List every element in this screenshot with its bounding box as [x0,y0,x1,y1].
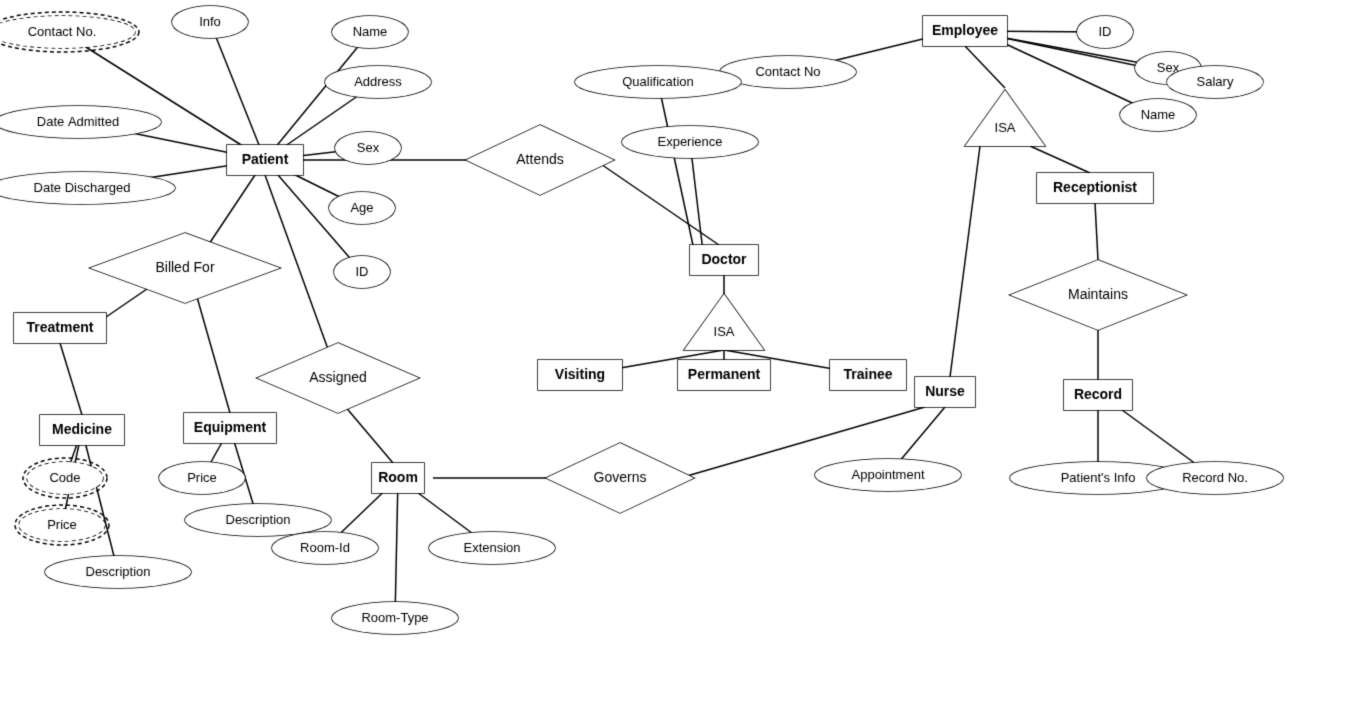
er-diagram-canvas [0,0,1367,703]
